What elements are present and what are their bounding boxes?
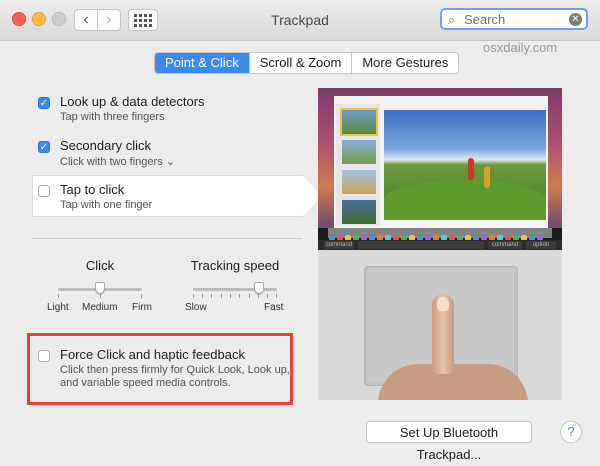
- key-command: command: [488, 241, 522, 249]
- search-input[interactable]: [464, 12, 564, 27]
- preview-thumbnail: [342, 140, 376, 164]
- slider-label: Tracking speed: [190, 258, 280, 273]
- mark-medium: Medium: [82, 302, 118, 313]
- help-button[interactable]: ?: [560, 421, 582, 443]
- mark-light: Light: [47, 302, 69, 313]
- option-subtitle: Tap with three fingers: [60, 111, 165, 123]
- search-field[interactable]: ⌕ ✕: [440, 8, 588, 30]
- setup-bluetooth-trackpad-button[interactable]: Set Up Bluetooth Trackpad...: [366, 421, 532, 462]
- option-title: Look up & data detectors: [60, 94, 205, 109]
- mark-firm: Firm: [132, 302, 152, 313]
- slider-knob[interactable]: [95, 282, 105, 294]
- preview-photo: [384, 110, 546, 220]
- preview-thumbnail: [340, 108, 378, 136]
- key-command: command: [324, 241, 354, 249]
- option-subtitle[interactable]: Click with two fingers ⌄: [60, 155, 175, 168]
- hiker-figure: [484, 166, 490, 188]
- preview-dock: [328, 228, 552, 241]
- divider: [32, 238, 302, 239]
- mark-slow: Slow: [185, 302, 207, 313]
- slider-label: Click: [85, 258, 115, 273]
- key-option: option: [526, 241, 556, 249]
- slider-knob[interactable]: [253, 282, 264, 294]
- option-title: Secondary click: [60, 138, 152, 153]
- preview-screen: [318, 88, 562, 241]
- watermark: osxdaily.com: [483, 40, 558, 55]
- option-description: Click then press firmly for Quick Look, …: [60, 364, 290, 389]
- option-title: Force Click and haptic feedback: [60, 347, 245, 362]
- tap-to-click-checkbox[interactable]: [38, 185, 50, 197]
- search-icon: ⌕: [448, 12, 456, 27]
- tab-more-gestures[interactable]: More Gestures: [351, 53, 458, 73]
- key-space: [358, 241, 484, 249]
- hiker-figure: [468, 158, 474, 180]
- secondary-click-checkbox[interactable]: ✓: [38, 141, 50, 153]
- mark-fast: Fast: [264, 302, 284, 313]
- preview-sidebar: [336, 104, 380, 226]
- preview-thumbnail: [342, 200, 376, 224]
- preview-thumbnail: [342, 170, 376, 194]
- preview-keyboard: command command option: [318, 240, 562, 250]
- tab-bar: Point & Click Scroll & Zoom More Gesture…: [154, 52, 460, 74]
- lookup-checkbox[interactable]: ✓: [38, 97, 50, 109]
- slider-track[interactable]: [193, 288, 277, 291]
- option-subtitle: Tap with one finger: [60, 199, 153, 211]
- tab-point-click[interactable]: Point & Click: [155, 53, 249, 73]
- force-click-checkbox[interactable]: [38, 350, 50, 362]
- gesture-preview: command command option: [318, 88, 562, 400]
- chevron-down-icon[interactable]: ⌄: [166, 156, 175, 168]
- clear-search-icon[interactable]: ✕: [569, 13, 582, 26]
- tab-scroll-zoom[interactable]: Scroll & Zoom: [248, 53, 352, 73]
- finger-illustration: [432, 294, 454, 374]
- title-bar: ‹ › Trackpad ⌕ ✕: [0, 0, 600, 41]
- preview-window: [334, 96, 548, 228]
- option-title: Tap to click: [60, 182, 125, 197]
